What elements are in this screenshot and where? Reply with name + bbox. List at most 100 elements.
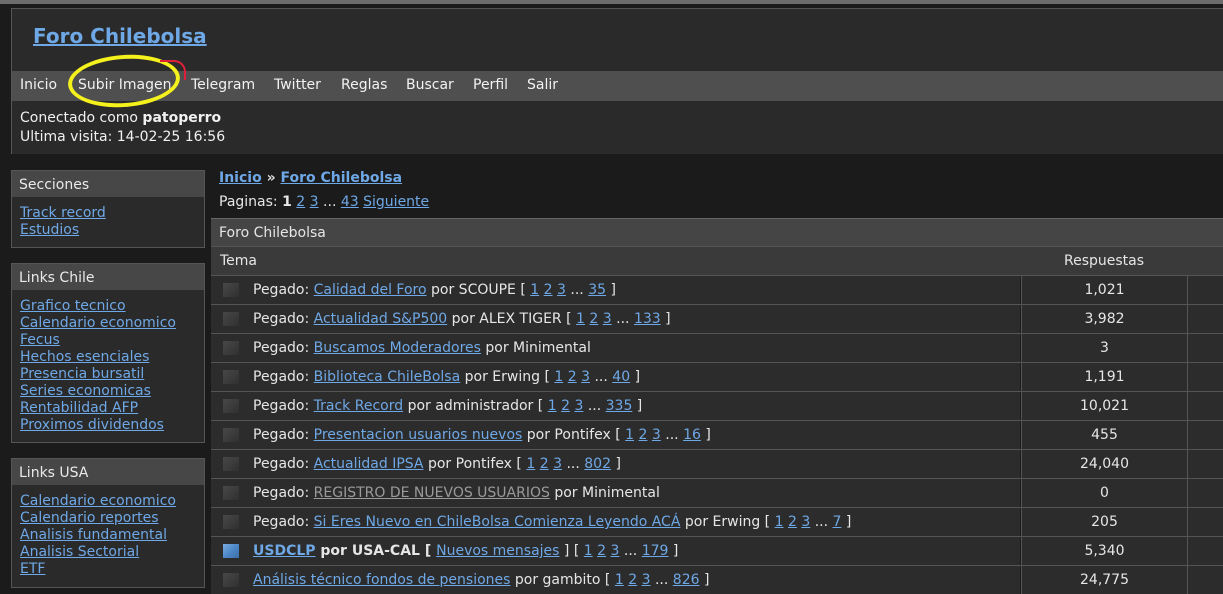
red-annotation-mark xyxy=(160,60,186,80)
replies-count: 205 xyxy=(1021,508,1187,536)
topic-icon xyxy=(223,486,239,500)
nav-buscar[interactable]: Buscar xyxy=(406,77,454,93)
topic-page-link[interactable]: 2 xyxy=(639,427,648,443)
topic-page-link[interactable]: 3 xyxy=(553,456,562,472)
sidebar-link-presencia-bursatil[interactable]: Presencia bursatil xyxy=(20,366,204,383)
topic-page-last-link[interactable]: 40 xyxy=(612,369,630,385)
topic-title-link[interactable]: USDCLP xyxy=(253,543,316,559)
topic-page-link[interactable]: 1 xyxy=(548,398,557,414)
nav-telegram[interactable]: Telegram xyxy=(191,77,255,93)
topic-page-link[interactable]: 2 xyxy=(788,514,797,530)
sidebar-link-grafico-tecnico[interactable]: Grafico tecnico xyxy=(20,298,204,315)
sidebar-link-proximos-dividendos[interactable]: Proximos dividendos xyxy=(20,417,204,434)
pagination-page-2[interactable]: 2 xyxy=(296,194,305,210)
topic-page-link[interactable]: 2 xyxy=(589,311,598,327)
topic-page-last-link[interactable]: 179 xyxy=(642,543,669,559)
topic-page-link[interactable]: 3 xyxy=(611,543,620,559)
topic-title-link[interactable]: Presentacion usuarios nuevos xyxy=(314,427,523,443)
topic-page-last-link[interactable]: 335 xyxy=(606,398,633,414)
sidebar-link-hechos-esenciales[interactable]: Hechos esenciales xyxy=(20,349,204,366)
sidebar-link-analisis-fundamental[interactable]: Analisis fundamental xyxy=(20,527,204,544)
breadcrumb-forum[interactable]: Foro Chilebolsa xyxy=(281,170,403,186)
site-title-link[interactable]: Foro Chilebolsa xyxy=(33,24,207,48)
topic-page-link[interactable]: 1 xyxy=(576,311,585,327)
topic-page-last-link[interactable]: 35 xyxy=(588,282,606,298)
login-status: Conectado como patoperro xyxy=(20,110,221,126)
topic-page-link[interactable]: 2 xyxy=(540,456,549,472)
topic-cell: Pegado: Buscamos Moderadores por Minimen… xyxy=(211,334,1020,362)
topic-cell: Análisis técnico fondos de pensiones por… xyxy=(211,566,1020,594)
navbar: Inicio Subir Imagen Telegram Twitter Reg… xyxy=(12,71,1223,101)
sidebar-link-calendario-reportes[interactable]: Calendario reportes xyxy=(20,510,204,527)
topic-page-last-link[interactable]: 133 xyxy=(634,311,661,327)
topic-page-link[interactable]: 3 xyxy=(603,311,612,327)
sidebar-link-rentabilidad-afp[interactable]: Rentabilidad AFP xyxy=(20,400,204,417)
column-headers: Tema Respuestas xyxy=(211,246,1223,275)
table-row: Pegado: Track Record por administrador [… xyxy=(211,391,1223,420)
topic-page-link[interactable]: 1 xyxy=(530,282,539,298)
table-row: Pegado: Presentacion usuarios nuevos por… xyxy=(211,420,1223,449)
topic-title-link[interactable]: Buscamos Moderadores xyxy=(314,340,481,356)
topic-text: Análisis técnico fondos de pensiones por… xyxy=(253,572,709,588)
topic-page-ellipsis: ... xyxy=(594,369,613,385)
topic-page-link[interactable]: 2 xyxy=(561,398,570,414)
topic-cell: Pegado: REGISTRO DE NUEVOS USUARIOS por … xyxy=(211,479,1020,507)
pagination-page-last[interactable]: 43 xyxy=(341,194,359,210)
topic-page-link[interactable]: 1 xyxy=(625,427,634,443)
bracket-close: ] xyxy=(611,456,621,472)
topic-page-link[interactable]: 3 xyxy=(642,572,651,588)
pagination-page-3[interactable]: 3 xyxy=(310,194,319,210)
topic-page-link[interactable]: 3 xyxy=(581,369,590,385)
topic-title-link[interactable]: Track Record xyxy=(314,398,403,414)
sidebar-link-track-record[interactable]: Track record xyxy=(20,205,204,222)
topic-icon xyxy=(223,312,239,326)
nav-perfil[interactable]: Perfil xyxy=(473,77,508,93)
sidebar-link-estudios[interactable]: Estudios xyxy=(20,222,204,239)
topic-page-last-link[interactable]: 826 xyxy=(673,572,700,588)
topic-page-link[interactable]: 1 xyxy=(526,456,535,472)
topic-title-link[interactable]: Actualidad S&P500 xyxy=(314,311,448,327)
pagination-next[interactable]: Siguiente xyxy=(363,194,429,210)
breadcrumb-home[interactable]: Inicio xyxy=(219,170,262,186)
topic-title-link[interactable]: Actualidad IPSA xyxy=(314,456,424,472)
topic-page-last-link[interactable]: 802 xyxy=(584,456,611,472)
sidebar-link-fecus[interactable]: Fecus xyxy=(20,332,204,349)
topic-page-link[interactable]: 2 xyxy=(628,572,637,588)
topic-title-link[interactable]: Si Eres Nuevo en ChileBolsa Comienza Ley… xyxy=(314,514,681,530)
sidebar-secciones-title: Secciones xyxy=(12,171,204,197)
nav-inicio[interactable]: Inicio xyxy=(20,77,57,93)
topic-page-link[interactable]: 1 xyxy=(554,369,563,385)
new-posts-link[interactable]: Nuevos mensajes xyxy=(436,543,559,559)
nav-twitter[interactable]: Twitter xyxy=(274,77,321,93)
sidebar-link-calendario-economico-cl[interactable]: Calendario economico xyxy=(20,315,204,332)
last-post-cell xyxy=(1187,450,1223,478)
topic-page-link[interactable]: 2 xyxy=(597,543,606,559)
topic-page-link[interactable]: 1 xyxy=(775,514,784,530)
topic-page-link[interactable]: 2 xyxy=(568,369,577,385)
nav-salir[interactable]: Salir xyxy=(527,77,558,93)
sidebar-link-etf[interactable]: ETF xyxy=(20,561,204,578)
topic-page-link[interactable]: 3 xyxy=(574,398,583,414)
topic-title-link[interactable]: Análisis técnico fondos de pensiones xyxy=(253,572,510,588)
topic-author: por administrador [ xyxy=(403,398,548,414)
topic-page-link[interactable]: 3 xyxy=(557,282,566,298)
topic-title-link[interactable]: REGISTRO DE NUEVOS USUARIOS xyxy=(314,485,550,501)
topic-page-link[interactable]: 2 xyxy=(544,282,553,298)
bracket-close: ] xyxy=(606,282,616,298)
topic-cell: USDCLP por USA-CAL [ Nuevos mensajes ] [… xyxy=(211,537,1020,565)
sidebar-link-analisis-sectorial[interactable]: Analisis Sectorial xyxy=(20,544,204,561)
topic-page-last-link[interactable]: 16 xyxy=(683,427,701,443)
topic-title-link[interactable]: Calidad del Foro xyxy=(314,282,427,298)
last-post-cell xyxy=(1187,566,1223,594)
topic-prefix: Pegado: xyxy=(253,427,314,443)
topic-cell: Pegado: Track Record por administrador [… xyxy=(211,392,1020,420)
sidebar-link-series-economicas[interactable]: Series economicas xyxy=(20,383,204,400)
topic-page-link[interactable]: 1 xyxy=(584,543,593,559)
pagination-ellipsis: ... xyxy=(318,194,341,210)
sidebar-link-calendario-economico-us[interactable]: Calendario economico xyxy=(20,493,204,510)
topic-page-link[interactable]: 3 xyxy=(652,427,661,443)
topic-page-link[interactable]: 3 xyxy=(801,514,810,530)
topic-page-link[interactable]: 1 xyxy=(615,572,624,588)
nav-reglas[interactable]: Reglas xyxy=(341,77,387,93)
topic-title-link[interactable]: Biblioteca ChileBolsa xyxy=(314,369,461,385)
